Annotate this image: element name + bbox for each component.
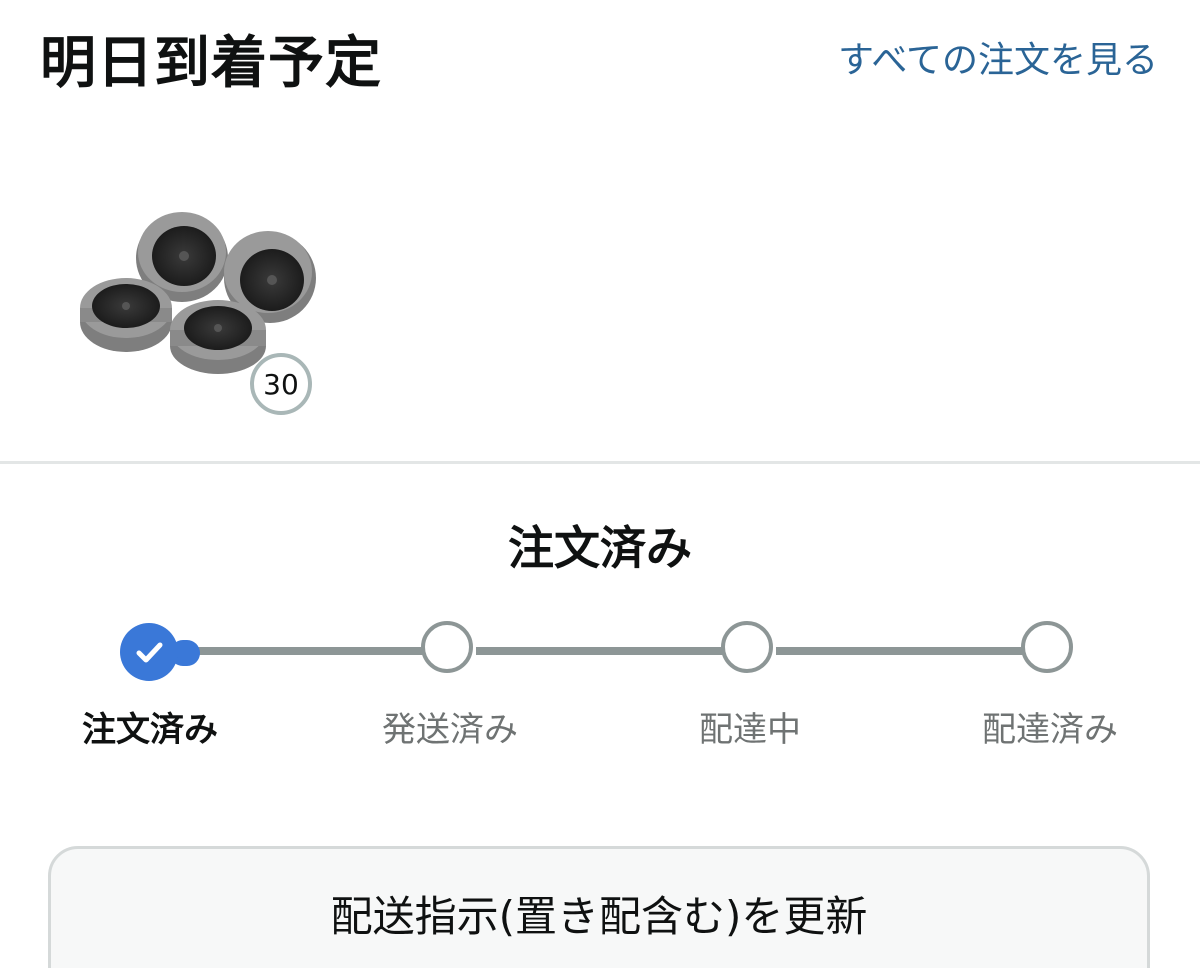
track-segment-1 <box>178 647 424 655</box>
checkmark-icon <box>136 642 163 663</box>
step-delivered-label: 配達済み <box>982 710 1118 750</box>
step-ordered-circle <box>120 623 178 681</box>
step-ordered-label: 注文済み <box>82 710 218 750</box>
section-divider <box>0 461 1200 464</box>
step-delivered-circle <box>1021 621 1073 673</box>
step-shipped-label: 発送済み <box>382 710 518 750</box>
update-delivery-instructions-button[interactable]: 配送指示(置き配含む)を更新 <box>48 846 1150 968</box>
track-segment-3 <box>776 647 1024 655</box>
step-out-for-delivery-label: 配達中 <box>699 710 801 750</box>
wheel-front-right <box>170 300 266 374</box>
step-shipped-circle <box>421 621 473 673</box>
quantity-badge: 30 <box>250 353 312 415</box>
wheel-front-left <box>80 278 172 352</box>
order-tracking-card: 明日到着予定 すべての注文を見る 30 注文済み 注文済み 発送済み 配達中 配… <box>0 0 1200 968</box>
view-all-orders-link[interactable]: すべての注文を見る <box>828 36 1158 86</box>
step-out-for-delivery-circle <box>721 621 773 673</box>
shipment-progress-tracker <box>0 600 1200 720</box>
track-segment-2 <box>476 647 724 655</box>
page-title: 明日到着予定 <box>40 31 382 96</box>
update-delivery-instructions-label: 配送指示(置き配含む)を更新 <box>330 892 868 941</box>
status-heading: 注文済み <box>508 521 692 575</box>
